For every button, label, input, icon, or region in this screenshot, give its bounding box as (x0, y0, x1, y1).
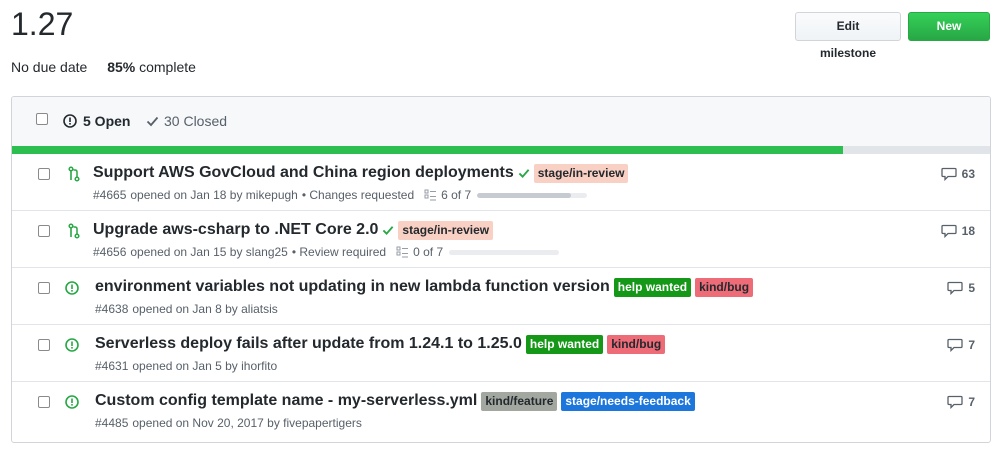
issue-checkbox[interactable] (38, 282, 50, 294)
issue-title-line: environment variables not updating in ne… (95, 276, 754, 298)
issue-opened-icon (65, 281, 79, 295)
comments-link[interactable]: 7 (947, 338, 975, 352)
task-progress: 6 of 7 (424, 187, 588, 203)
issue-number: #4485 (95, 416, 129, 430)
comment-count: 7 (968, 338, 975, 352)
check-icon (146, 116, 159, 127)
tasklist-icon (424, 189, 437, 200)
milestone-meta: No due date 85% complete (11, 57, 196, 77)
issue-label[interactable]: kind/bug (695, 277, 754, 297)
issue-title-line: Custom config template name - my-serverl… (95, 390, 695, 412)
tab-open[interactable]: 5 Open (63, 112, 130, 130)
review-status[interactable]: • Changes requested (302, 187, 414, 203)
issue-label[interactable]: stage/in-review (398, 220, 494, 240)
issue-row: Support AWS GovCloud and China region de… (12, 154, 990, 211)
issue-title-link[interactable]: Upgrade aws-csharp to .NET Core 2.0 (93, 219, 378, 241)
issue-checkbox[interactable] (38, 168, 50, 180)
issue-meta: #4631 opened on Jan 5 by ihorfito (95, 358, 277, 374)
comments-link[interactable]: 63 (940, 167, 975, 181)
task-progress-fill (477, 192, 572, 198)
pull-request-icon (68, 166, 80, 182)
percent-complete: 85% (107, 59, 136, 75)
issues-header: 5 Open 30 Closed (12, 97, 990, 146)
issue-number: #4665 (93, 188, 127, 202)
due-date: No due date (11, 59, 88, 75)
comments-link[interactable]: 5 (947, 281, 975, 295)
issue-row: environment variables not updating in ne… (12, 268, 990, 325)
comment-icon (940, 224, 957, 238)
tab-open-label: 5 Open (83, 113, 131, 129)
issue-opened-icon (65, 338, 79, 352)
comment-count: 7 (968, 395, 975, 409)
issue-list: Support AWS GovCloud and China region de… (12, 154, 990, 439)
issue-number: #4656 (93, 245, 127, 259)
issue-title-link[interactable]: Custom config template name - my-serverl… (95, 390, 477, 412)
issue-label[interactable]: kind/bug (607, 334, 666, 354)
comment-count: 18 (961, 224, 975, 238)
issue-opened-meta: opened on Jan 5 by ihorfito (132, 359, 278, 373)
comment-icon (947, 281, 963, 295)
comments-link[interactable]: 18 (940, 224, 975, 238)
issue-checkbox[interactable] (38, 339, 50, 351)
status-check-icon[interactable] (518, 166, 530, 180)
select-all-checkbox[interactable] (36, 113, 48, 125)
comment-icon (940, 167, 957, 181)
issue-label[interactable]: stage/in-review (533, 163, 629, 183)
comment-count: 5 (968, 281, 975, 295)
issue-label[interactable]: kind/feature (481, 391, 558, 411)
comment-icon (947, 338, 963, 352)
issue-title-line: Support AWS GovCloud and China region de… (93, 162, 629, 184)
issue-opened-icon (65, 395, 79, 409)
issue-title-link[interactable]: Support AWS GovCloud and China region de… (93, 162, 514, 184)
issue-row: Custom config template name - my-serverl… (12, 382, 990, 439)
tab-closed[interactable]: 30 Closed (146, 112, 227, 130)
task-progress-bar (477, 192, 588, 198)
tab-closed-label: 30 Closed (164, 113, 228, 129)
issue-opened-meta: opened on Jan 18 by mikepugh (130, 188, 298, 202)
issue-label[interactable]: stage/needs-feedback (561, 391, 695, 411)
issue-opened-meta: opened on Jan 8 by aliatsis (132, 302, 278, 316)
milestone-progress-bar (12, 146, 990, 154)
issue-opened-meta: opened on Nov 20, 2017 by fivepapertiger… (132, 416, 362, 430)
issue-opened-meta: opened on Jan 15 by slang25 (130, 245, 288, 259)
issue-label[interactable]: help wanted (613, 277, 692, 297)
pull-request-icon (68, 223, 80, 239)
issue-checkbox[interactable] (38, 396, 50, 408)
issue-number: #4631 (95, 359, 129, 373)
tasklist-icon (396, 246, 409, 257)
new-issue-button[interactable]: New issue (908, 12, 990, 60)
issue-opened-icon (63, 114, 77, 128)
task-count: 6 of 7 (441, 188, 472, 202)
issue-row: Serverless deploy fails after update fro… (12, 325, 990, 382)
task-progress: 0 of 7 (396, 244, 560, 260)
edit-milestone-button[interactable]: Edit milestone (795, 12, 901, 60)
issue-meta: #4638 opened on Jan 8 by aliatsis (95, 301, 278, 317)
comment-count: 63 (961, 167, 975, 181)
issue-number: #4638 (95, 302, 129, 316)
milestone-title: 1.27 (11, 6, 74, 42)
issue-meta: #4656 opened on Jan 15 by slang25 • Review… (93, 244, 560, 260)
issue-title-link[interactable]: environment variables not updating in ne… (95, 276, 610, 298)
comments-link[interactable]: 7 (947, 395, 975, 409)
milestone-progress-fill (12, 146, 844, 154)
issue-label[interactable]: help wanted (525, 334, 604, 354)
review-status[interactable]: • Review required (292, 244, 386, 260)
issue-checkbox[interactable] (38, 225, 50, 237)
issues-box: 5 Open 30 Closed Support AWS GovCloud an… (11, 96, 991, 443)
task-progress-bar (449, 249, 560, 255)
issue-meta: #4665 opened on Jan 18 by mikepugh • Chang… (93, 187, 588, 203)
issue-title-line: Serverless deploy fails after update fro… (95, 333, 666, 355)
issue-title-line: Upgrade aws-csharp to .NET Core 2.0 stage… (93, 219, 494, 241)
comment-icon (947, 395, 963, 409)
percent-suffix: complete (139, 59, 196, 75)
issue-meta: #4485 opened on Nov 20, 2017 by fivepaper… (95, 415, 362, 431)
task-count: 0 of 7 (413, 245, 444, 259)
issue-title-link[interactable]: Serverless deploy fails after update fro… (95, 333, 522, 355)
status-check-icon[interactable] (382, 223, 394, 237)
issue-row: Upgrade aws-csharp to .NET Core 2.0 stage… (12, 211, 990, 268)
